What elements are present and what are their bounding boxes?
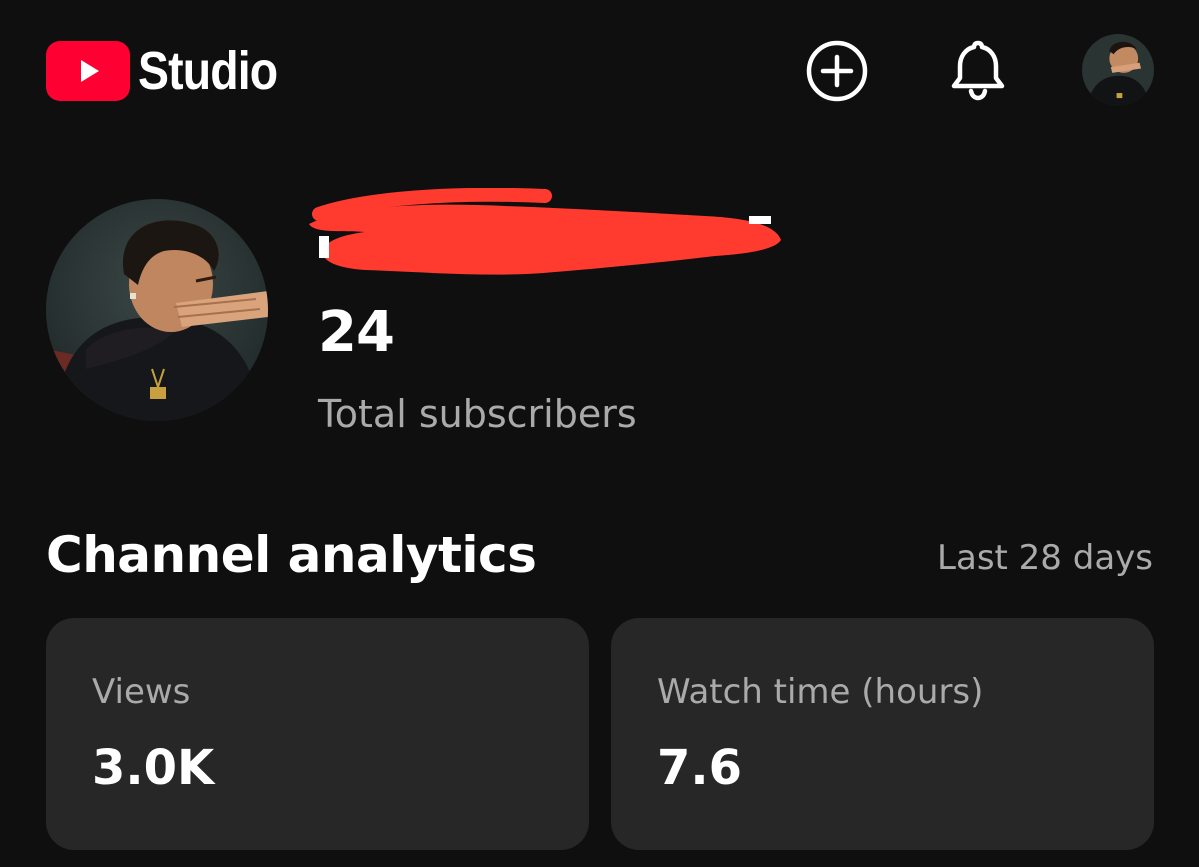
top-app-bar: Studio	[0, 0, 1199, 150]
youtube-studio-logo[interactable]: Studio	[46, 40, 300, 102]
analytics-title: Channel analytics	[46, 526, 537, 584]
channel-avatar[interactable]	[46, 199, 268, 421]
create-button[interactable]	[802, 36, 872, 106]
youtube-play-icon	[46, 41, 130, 101]
bell-icon	[951, 40, 1005, 101]
views-value: 3.0K	[92, 740, 215, 796]
channel-name-redacted	[309, 188, 781, 275]
channel-profile-picture	[46, 199, 268, 421]
notifications-button[interactable]	[940, 32, 1016, 108]
account-avatar[interactable]	[1082, 34, 1154, 106]
app-name: Studio	[138, 41, 278, 101]
create-plus-circle-icon	[806, 40, 868, 102]
watch-time-value: 7.6	[657, 740, 743, 796]
analytics-date-range: Last 28 days	[937, 538, 1153, 578]
subscriber-count: 24	[318, 300, 395, 365]
studio-dashboard: Studio 24 Total subscribers Channel anal…	[0, 0, 1199, 867]
subscriber-label: Total subscribers	[318, 392, 637, 436]
profile-picture	[1082, 34, 1154, 106]
views-card[interactable]: Views 3.0K	[46, 618, 589, 850]
views-label: Views	[92, 672, 191, 712]
watch-time-card[interactable]: Watch time (hours) 7.6	[611, 618, 1154, 850]
watch-time-label: Watch time (hours)	[657, 672, 984, 712]
